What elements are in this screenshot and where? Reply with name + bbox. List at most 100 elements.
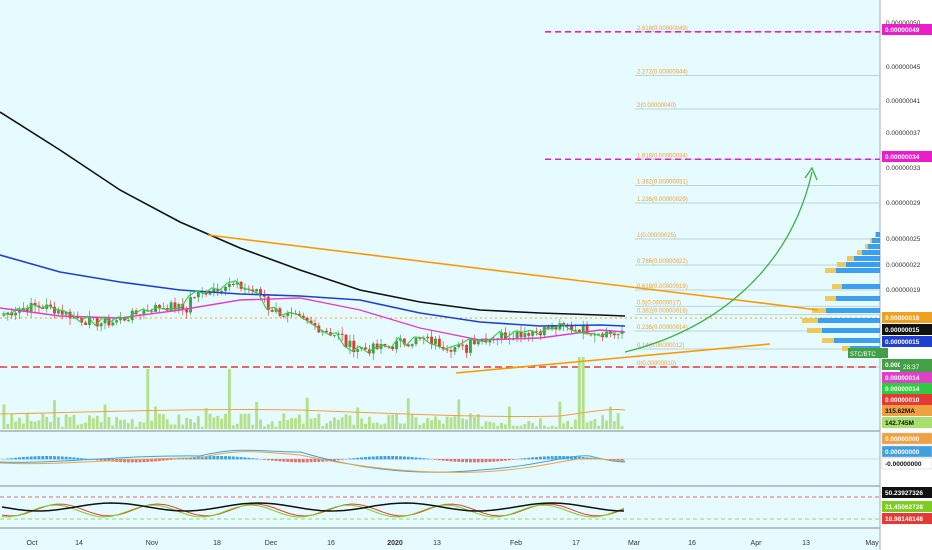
macd-histogram-bar — [45, 456, 49, 460]
volume-bar — [25, 413, 29, 429]
candle — [115, 320, 119, 323]
volume-bar — [309, 418, 313, 429]
macd-histogram-bar — [402, 456, 406, 460]
macd-histogram-bar — [161, 459, 165, 461]
volume-profile-bar — [836, 268, 880, 273]
candle — [270, 309, 274, 312]
volume-profile-bar — [854, 256, 880, 261]
x-axis-tick-label: 14 — [75, 540, 83, 547]
volume-bar — [511, 425, 515, 429]
volume-bar — [126, 423, 130, 429]
trading-chart[interactable]: 2.618(0.00000049) 2.272(0.00000044) 2(0.00… — [0, 0, 932, 550]
volume-profile-bar — [847, 256, 854, 261]
volume-bar — [216, 415, 220, 429]
volume-bar — [266, 424, 270, 429]
volume-bar — [577, 357, 581, 429]
macd-histogram-bar — [29, 456, 33, 460]
volume-bar — [371, 423, 375, 429]
macd-histogram-bar — [68, 457, 72, 460]
volume-bar — [437, 420, 441, 429]
macd-histogram-bar — [469, 459, 472, 463]
macd-histogram-bar — [441, 459, 445, 461]
candle — [282, 315, 286, 317]
volume-bar — [49, 421, 53, 429]
x-axis-tick-label: Mar — [628, 540, 641, 547]
candle — [2, 314, 6, 316]
macd-histogram-bar — [224, 456, 227, 460]
volume-bar — [231, 425, 235, 429]
macd-histogram-bar — [348, 458, 352, 460]
volume-bar — [282, 413, 286, 429]
macd-histogram-bar — [14, 457, 18, 460]
volume-bar — [227, 369, 231, 429]
volume-bar — [220, 418, 224, 429]
volume-bar — [185, 417, 189, 429]
volume-bar — [138, 421, 142, 429]
macd-histogram-bar — [262, 459, 266, 460]
macd-histogram-bar — [461, 459, 465, 463]
volume-bar — [496, 425, 500, 429]
macd-badge-text: 0.00000000 — [885, 436, 920, 443]
volume-bar — [130, 419, 134, 429]
volume-bar — [290, 418, 294, 429]
volume-bar — [103, 404, 107, 429]
volume-bar — [445, 416, 449, 429]
volume-profile-bar — [832, 284, 842, 289]
macd-histogram-bar — [527, 457, 531, 460]
volume-bar — [356, 407, 360, 429]
candle — [150, 311, 154, 313]
volume-bar — [360, 418, 364, 429]
volume-profile-bar — [872, 238, 880, 243]
volume-bar — [115, 416, 119, 429]
volume-bar — [255, 402, 259, 429]
fib-level-label: 0.5(0.00000017) — [637, 300, 681, 306]
macd-histogram-bar — [239, 457, 243, 460]
macd-histogram-bar — [399, 456, 402, 460]
volume-bar — [301, 423, 305, 429]
macd-histogram-bar — [25, 456, 29, 460]
candle — [255, 289, 259, 292]
candle — [589, 334, 593, 336]
macd-histogram-bar — [531, 457, 535, 460]
volume-badge-text: 315.62MA — [885, 408, 915, 415]
candle — [340, 333, 344, 335]
volume-bar — [321, 426, 325, 429]
volume-profile-bar — [836, 296, 880, 301]
volume-bar — [542, 425, 546, 429]
volume-bar — [297, 414, 301, 429]
volume-profile-bar — [865, 244, 868, 249]
macd-histogram-bar — [313, 459, 317, 463]
macd-histogram-bar — [220, 456, 224, 460]
fib-level-label: 0.786(0.00000022) — [637, 259, 688, 265]
volume-bar — [243, 413, 247, 429]
volume-bar — [95, 415, 99, 429]
volume-bar — [21, 423, 25, 429]
volume-bar — [247, 413, 251, 429]
candle — [461, 344, 465, 346]
candle — [410, 344, 414, 347]
macd-histogram-bar — [56, 456, 60, 460]
fib-level-label: 0.14(0.00000012) — [637, 343, 684, 349]
volume-profile-bar — [822, 328, 880, 333]
candle — [111, 322, 115, 326]
candle — [449, 350, 453, 352]
volume-bar — [177, 414, 181, 429]
macd-histogram-bar — [340, 459, 344, 460]
y-axis-tick-label: 0.00000033 — [886, 165, 921, 172]
macd-histogram-bar — [255, 458, 259, 460]
macd-histogram-bar — [364, 457, 367, 460]
volume-bar — [562, 423, 566, 429]
volume-profile-bar — [876, 232, 880, 237]
volume-bar — [414, 417, 418, 429]
macd-histogram-bar — [274, 459, 278, 462]
volume-bar — [142, 422, 146, 429]
macd-histogram-bar — [266, 459, 270, 461]
volume-profile-bar — [834, 338, 880, 343]
rsi-badge-text: 21.45062728 — [885, 504, 923, 511]
x-axis-tick-label: May — [865, 540, 879, 547]
x-axis-tick-label: 16 — [327, 540, 335, 547]
volume-bar — [500, 422, 503, 429]
macd-histogram-bar — [336, 459, 340, 461]
macd-histogram-bar — [49, 456, 53, 460]
macd-histogram-bar — [538, 456, 542, 460]
